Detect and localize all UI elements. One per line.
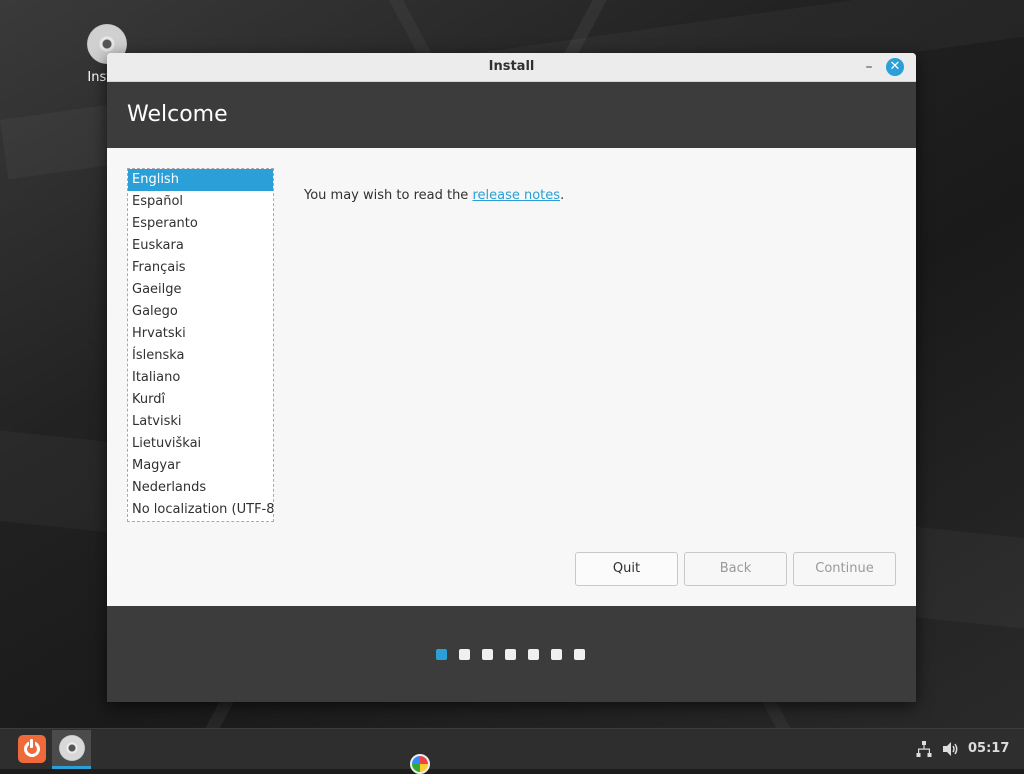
language-item[interactable]: English [128,169,273,191]
main-content: English Español Esperanto Euskara Français Ga… [107,148,916,606]
step-dot [482,649,493,660]
step-dot [505,649,516,660]
language-item[interactable]: Hrvatski [128,323,273,345]
step-dot [528,649,539,660]
language-item[interactable]: Gaeilge [128,279,273,301]
release-notes-prefix: You may wish to read the [304,188,473,203]
step-dot [574,649,585,660]
close-button[interactable]: ✕ [886,58,904,76]
language-item[interactable]: Kurdî [128,389,273,411]
step-dot [459,649,470,660]
step-dot [551,649,562,660]
quit-button[interactable]: Quit [575,552,678,586]
language-item[interactable]: Esperanto [128,213,273,235]
page-header: Welcome [107,82,916,148]
step-dot [436,649,447,660]
back-button[interactable]: Back [684,552,787,586]
network-icon[interactable] [916,741,932,757]
app-icon [410,754,430,774]
volume-icon[interactable] [942,741,960,757]
language-item[interactable]: Français [128,257,273,279]
language-list[interactable]: English Español Esperanto Euskara Français Ga… [127,168,274,522]
page-title: Welcome [127,102,228,127]
language-item[interactable]: No localization (UTF-8) [128,499,273,521]
language-item[interactable]: Magyar [128,455,273,477]
language-item[interactable]: Euskara [128,235,273,257]
release-notes-text: You may wish to read the release notes. [304,188,564,203]
taskbar: 05:17 [0,728,1024,769]
taskbar-install-button[interactable] [52,730,91,769]
continue-button[interactable]: Continue [793,552,896,586]
disc-icon [59,735,85,761]
power-stem [30,739,33,748]
language-item[interactable]: Íslenska [128,345,273,367]
installer-window: Install – ✕ Welcome English Español Espera… [107,53,916,702]
release-notes-link[interactable]: release notes [472,188,560,203]
language-item[interactable]: Latviski [128,411,273,433]
release-notes-suffix: . [560,188,565,203]
power-menu-icon[interactable] [18,735,46,763]
progress-footer [107,606,916,702]
minimize-button[interactable]: – [859,57,879,77]
window-titlebar[interactable]: Install – ✕ [107,53,916,82]
language-item[interactable]: Nederlands [128,477,273,499]
window-title: Install [488,59,535,74]
clock[interactable]: 05:17 [968,741,1009,756]
language-item[interactable]: Lietuviškai [128,433,273,455]
language-item[interactable]: Español [128,191,273,213]
language-item[interactable]: Galego [128,301,273,323]
language-item[interactable]: Italiano [128,367,273,389]
